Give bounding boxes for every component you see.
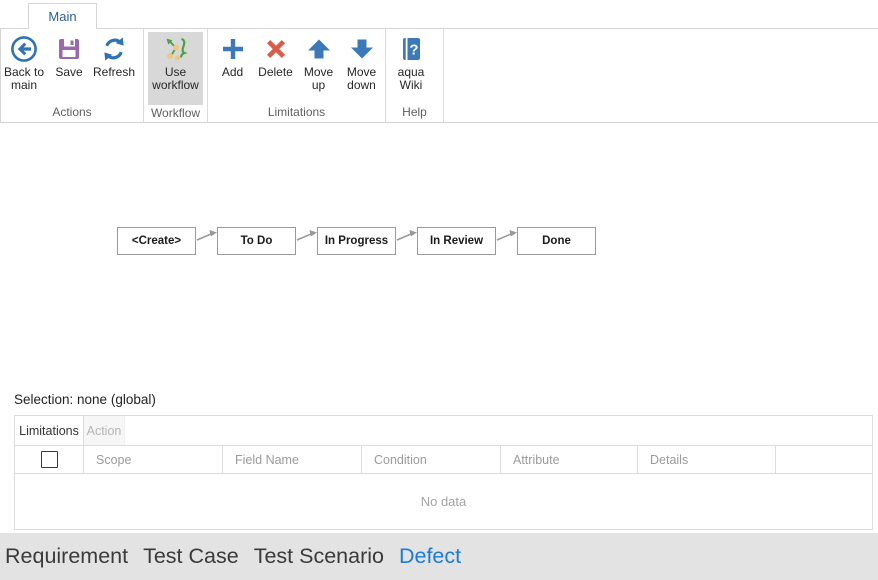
aqua-wiki-label: aqua Wiki <box>388 66 434 92</box>
workflow-step-in-progress[interactable]: In Progress <box>317 227 396 255</box>
column-header-field-name[interactable]: Field Name <box>223 446 362 473</box>
save-button[interactable]: Save <box>47 32 91 79</box>
refresh-button[interactable]: Refresh <box>92 32 136 79</box>
refresh-icon <box>100 34 128 64</box>
column-header-empty <box>776 446 872 473</box>
workflow-step-label: <Create> <box>132 235 181 247</box>
refresh-label: Refresh <box>93 66 135 79</box>
tab-main-label: Main <box>48 9 76 24</box>
select-all-checkbox[interactable] <box>41 451 58 468</box>
column-header-condition[interactable]: Condition <box>362 446 501 473</box>
svg-text:?: ? <box>409 42 418 59</box>
panel-tab-limitations-label: Limitations <box>19 424 79 438</box>
footer-tab-requirement[interactable]: Requirement <box>5 544 128 569</box>
move-down-label: Move down <box>340 66 383 92</box>
footer-tab-test-case[interactable]: Test Case <box>143 544 239 569</box>
ribbon-empty-space <box>444 29 878 122</box>
help-book-icon: ? <box>397 34 425 64</box>
grid-header: Scope Field Name Condition Attribute Det… <box>15 446 872 474</box>
use-workflow-icon <box>163 34 189 64</box>
group-label-limitations: Limitations <box>208 104 385 122</box>
arrow-up-icon <box>305 34 333 64</box>
arrow-down-icon <box>348 34 376 64</box>
column-header-attribute[interactable]: Attribute <box>501 446 638 473</box>
workflow-step-label: In Progress <box>325 235 388 247</box>
workflow-canvas: <Create> To Do In Progress In Review Don… <box>0 123 878 390</box>
save-label: Save <box>55 66 82 79</box>
no-data-text: No data <box>421 494 467 509</box>
select-all-cell <box>15 446 84 473</box>
back-to-main-button[interactable]: Back to main <box>2 32 46 92</box>
workflow-arrows <box>0 123 878 390</box>
back-arrow-icon <box>10 34 38 64</box>
move-up-label: Move up <box>297 66 340 92</box>
delete-label: Delete <box>258 66 293 79</box>
group-label-workflow: Workflow <box>144 105 207 123</box>
column-header-details[interactable]: Details <box>638 446 776 473</box>
group-label-actions: Actions <box>1 104 143 122</box>
footer-tab-test-scenario[interactable]: Test Scenario <box>254 544 384 569</box>
column-header-scope[interactable]: Scope <box>84 446 223 473</box>
ribbon-group-actions: Back to main Save <box>1 29 144 122</box>
workflow-step-label: To Do <box>241 235 273 247</box>
selection-label: Selection: none (global) <box>14 392 156 407</box>
tab-main[interactable]: Main <box>28 3 97 29</box>
group-label-help: Help <box>386 104 443 122</box>
add-label: Add <box>222 66 243 79</box>
use-workflow-button[interactable]: Use workflow <box>148 32 203 105</box>
ribbon-group-limitations: Add Delete Move up <box>208 29 386 122</box>
panel-tabs: Limitations Action <box>15 416 872 446</box>
ribbon-group-workflow: Use workflow Workflow <box>144 29 208 122</box>
workflow-step-todo[interactable]: To Do <box>217 227 296 255</box>
workflow-step-label: Done <box>542 235 571 247</box>
panel-tab-action-label: Action <box>87 424 122 438</box>
workflow-step-create[interactable]: <Create> <box>117 227 196 255</box>
move-down-button[interactable]: Move down <box>340 32 383 92</box>
panel-tab-limitations[interactable]: Limitations <box>15 416 84 445</box>
ribbon-group-help: ? aqua Wiki Help <box>386 29 444 122</box>
limitations-panel: Limitations Action Scope Field Name Cond… <box>14 415 873 530</box>
save-floppy-icon <box>55 34 83 64</box>
item-type-bar: Requirement Test Case Test Scenario Defe… <box>0 533 878 580</box>
use-workflow-label: Use workflow <box>148 66 203 92</box>
workflow-step-in-review[interactable]: In Review <box>417 227 496 255</box>
aqua-wiki-button[interactable]: ? aqua Wiki <box>388 32 434 92</box>
footer-tab-defect[interactable]: Defect <box>399 544 461 569</box>
grid-empty-state: No data <box>15 474 872 529</box>
panel-tab-action: Action <box>84 416 125 445</box>
workflow-step-done[interactable]: Done <box>517 227 596 255</box>
back-to-main-label: Back to main <box>2 66 46 92</box>
delete-button[interactable]: Delete <box>254 32 297 79</box>
delete-x-icon <box>262 34 290 64</box>
move-up-button[interactable]: Move up <box>297 32 340 92</box>
ribbon: Back to main Save <box>0 28 878 123</box>
add-button[interactable]: Add <box>211 32 254 79</box>
plus-icon <box>219 34 247 64</box>
workflow-step-label: In Review <box>430 235 483 247</box>
